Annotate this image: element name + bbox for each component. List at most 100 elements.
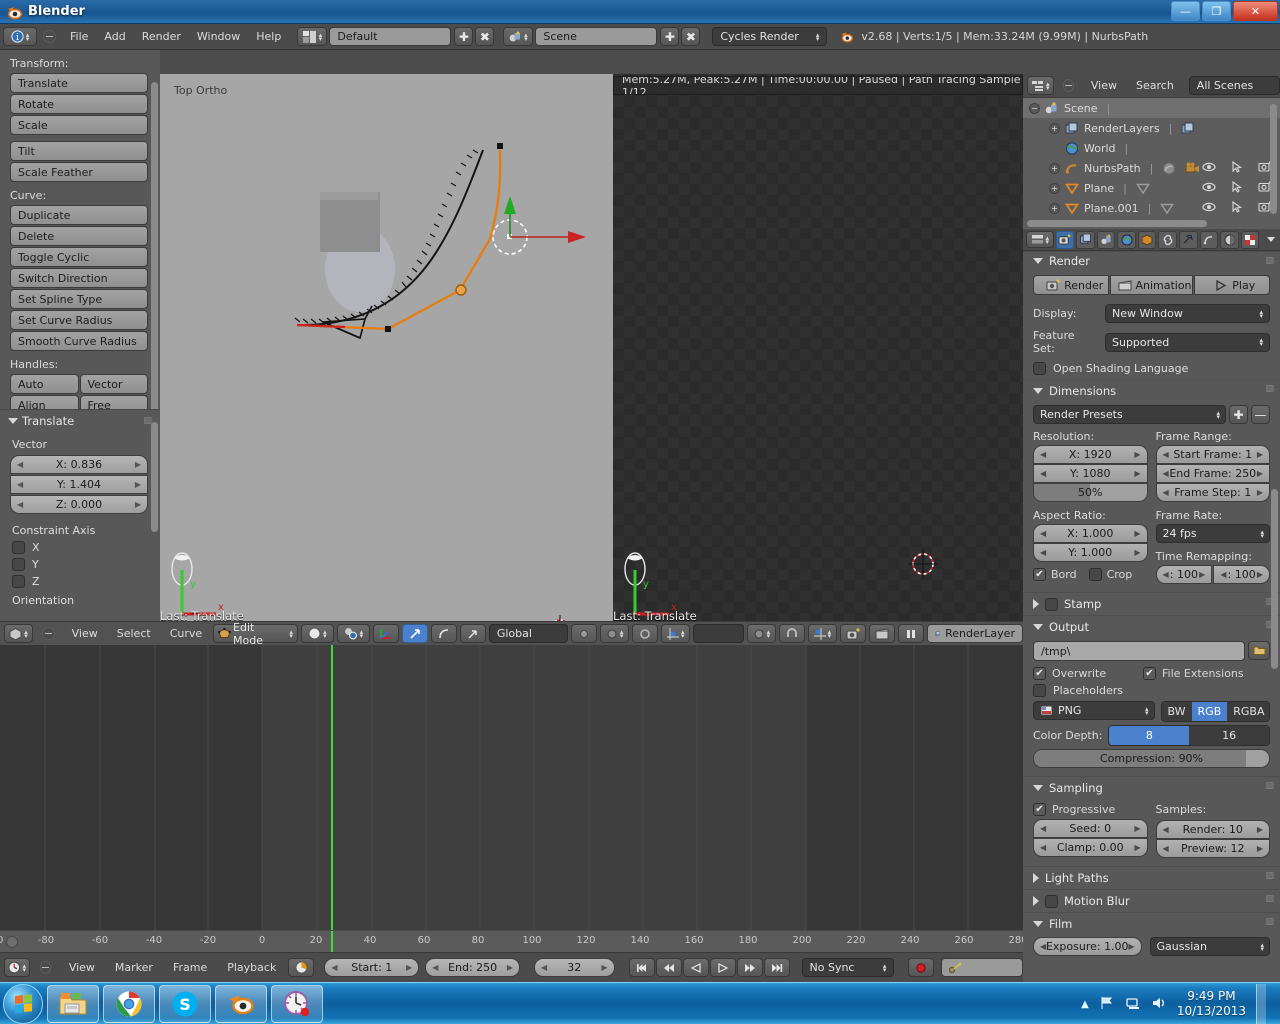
renderlayers-data-icon[interactable] <box>1181 122 1195 135</box>
checkbox-icon[interactable] <box>1033 568 1046 581</box>
section-header-sampling[interactable]: Sampling ▨ <box>1023 776 1280 799</box>
timeline-playhead[interactable] <box>331 645 333 952</box>
checkbox-icon[interactable] <box>1033 803 1046 816</box>
taskbar-blender-icon[interactable] <box>215 985 267 1023</box>
handle-vector-button[interactable]: Vector <box>80 374 149 394</box>
aspect-x-field[interactable]: ◀ X: 1.000 ▶ <box>1033 524 1148 543</box>
handle-auto-button[interactable]: Auto <box>10 374 79 394</box>
expand-toggle-icon[interactable]: − <box>1029 103 1040 114</box>
tool-scale-button[interactable]: Scale <box>10 115 148 135</box>
seed-field[interactable]: ◀ Seed: 0 ▶ <box>1033 819 1148 838</box>
interaction-mode-selector[interactable]: Edit Mode ▴▾ <box>213 624 298 643</box>
manipulator-rotate-mode[interactable] <box>431 624 457 643</box>
snap-toggle-2[interactable]: ▴▾ <box>747 624 776 643</box>
properties-tab-modifiers[interactable] <box>1179 231 1198 249</box>
time-remap-new-field[interactable]: ◀ : 100 ▶ <box>1213 565 1270 584</box>
preview-samples-field[interactable]: ◀ Preview: 12 ▶ <box>1156 839 1271 858</box>
section-header-stamp[interactable]: Stamp ▨ <box>1023 592 1280 615</box>
timeline-menu-view[interactable]: View <box>61 961 103 974</box>
editor-type-selector-outliner[interactable]: ▴▾ <box>1027 76 1054 95</box>
manipulator-scale-mode[interactable] <box>460 624 486 643</box>
sync-mode-selector[interactable]: No Sync ▴▾ <box>802 958 895 977</box>
properties-tab-data[interactable] <box>1200 231 1219 249</box>
tool-translate-button[interactable]: Translate <box>10 73 148 93</box>
operator-panel-header[interactable]: Translate ▨ <box>0 410 160 432</box>
remove-preset-button[interactable]: — <box>1251 405 1270 424</box>
tool-switch-direction-button[interactable]: Switch Direction <box>10 268 148 288</box>
crop-checkbox-row[interactable]: Crop <box>1089 568 1133 581</box>
display-mode-dropdown[interactable]: New Window ▴▾ <box>1105 304 1270 323</box>
play-button[interactable] <box>710 958 736 977</box>
editor-type-selector-info[interactable]: i ▴▾ <box>3 27 37 46</box>
color-mode-bw[interactable]: BW <box>1162 702 1192 721</box>
outliner-row-nurbspath[interactable]: +NurbsPath| <box>1023 158 1280 178</box>
collapse-menu-icon[interactable] <box>1063 79 1074 92</box>
show-desktop-button[interactable] <box>1256 984 1266 1024</box>
placeholders-row[interactable]: Placeholders <box>1033 684 1280 697</box>
outliner-row-scene[interactable]: −Scene| <box>1023 98 1280 118</box>
properties-tab-world[interactable] <box>1117 231 1136 249</box>
properties-editor[interactable]: ▴▾ <box>1023 229 1280 982</box>
color-mode-rgba[interactable]: RGBA <box>1227 702 1270 721</box>
screen-layout-name[interactable]: Default <box>329 27 451 46</box>
constraint-axis-z-row[interactable]: Z <box>12 575 160 588</box>
open-shading-language-row[interactable]: Open Shading Language <box>1033 362 1280 375</box>
frame-step-field[interactable]: ◀ Frame Step: 1 ▶ <box>1156 483 1271 502</box>
viewport-shading-selector[interactable]: ▴▾ <box>301 624 334 643</box>
viewport-extra-field[interactable] <box>693 624 744 643</box>
render-animation-icon[interactable] <box>869 624 895 643</box>
properties-tab-constraints[interactable] <box>1158 231 1177 249</box>
snap-during-transform-toggle[interactable] <box>571 624 597 643</box>
expand-toggle-icon[interactable]: + <box>1049 163 1060 174</box>
outliner-menu-view[interactable]: View <box>1083 79 1125 92</box>
collapse-menu-icon[interactable] <box>43 30 56 43</box>
viewport-render-preview[interactable]: y x Last: Translate (32) NurbsPath <box>613 74 1023 621</box>
maximize-button[interactable]: ❐ <box>1202 1 1231 21</box>
timeline-start-frame-field[interactable]: ◀ Start: 1 ▶ <box>324 958 419 977</box>
volume-icon[interactable] <box>1151 995 1167 1014</box>
screen-layout-icon[interactable]: ▴▾ <box>297 27 327 46</box>
transform-orientation-selector[interactable]: Global <box>489 624 568 643</box>
mesh-data-icon[interactable] <box>1136 182 1150 195</box>
time-remap-old-field[interactable]: ◀ : 100 ▶ <box>1156 565 1213 584</box>
checkbox-icon[interactable] <box>12 558 25 571</box>
render-button-icon[interactable] <box>840 624 866 643</box>
checkbox-icon[interactable] <box>1045 598 1058 611</box>
proportional-edit-toggle[interactable] <box>632 624 658 643</box>
restrict-select-icon[interactable] <box>1232 161 1242 176</box>
output-path-field[interactable]: /tmp\ <box>1033 641 1245 661</box>
delete-layout-button[interactable]: ✖ <box>475 27 494 46</box>
proportional-falloff-selector[interactable]: ▴▾ <box>661 624 690 643</box>
section-header-output[interactable]: Output ▨ <box>1023 615 1280 638</box>
viewport-3d[interactable]: y x Last: Translate (32) NurbsPath <box>160 74 613 621</box>
color-depth-16[interactable]: 16 <box>1189 726 1269 745</box>
progressive-row[interactable]: Progressive <box>1033 803 1148 816</box>
use-preview-range-icon[interactable] <box>288 958 314 977</box>
render-animation-button[interactable]: Animation <box>1110 275 1192 295</box>
mesh-data-icon[interactable] <box>1160 202 1174 215</box>
checkbox-icon[interactable] <box>12 575 25 588</box>
frame-rate-dropdown[interactable]: 24 fps ▴▾ <box>1156 524 1271 543</box>
minimize-button[interactable]: — <box>1171 1 1200 21</box>
outliner-row-plane-001[interactable]: +Plane.001| <box>1023 198 1280 218</box>
outliner-vertical-scrollbar[interactable] <box>1270 104 1277 214</box>
render-image-button[interactable]: Render <box>1033 275 1109 295</box>
section-header-dimensions[interactable]: Dimensions ▨ <box>1023 379 1280 402</box>
film-exposure-field[interactable]: ◀ Exposure: 1.00 ▶ <box>1033 937 1142 956</box>
magnet-snap-icon[interactable] <box>779 624 805 643</box>
next-keyframe-button[interactable] <box>737 958 763 977</box>
expand-toggle-icon[interactable]: + <box>1049 183 1060 194</box>
checkbox-icon[interactable] <box>1045 895 1058 908</box>
properties-tab-renderlayers[interactable] <box>1076 231 1095 249</box>
translate-z-field[interactable]: ◀ Z: 0.000 ▶ <box>10 495 148 514</box>
restrict-view-icon[interactable] <box>1202 182 1216 195</box>
viewport-menu-select[interactable]: Select <box>109 627 159 640</box>
network-flag-icon[interactable] <box>1099 995 1115 1014</box>
add-preset-button[interactable]: ✚ <box>1229 405 1248 424</box>
viewport-menu-curve[interactable]: Curve <box>162 627 210 640</box>
outliner-editor[interactable]: ▴▾ View Search All Scenes −Scene|+Render… <box>1023 74 1280 229</box>
border-checkbox-row[interactable]: Bord <box>1033 568 1077 581</box>
properties-tab-object[interactable] <box>1138 231 1157 249</box>
translate-y-field[interactable]: ◀ Y: 1.404 ▶ <box>10 475 148 494</box>
section-header-render[interactable]: Render ▨ <box>1023 251 1280 270</box>
